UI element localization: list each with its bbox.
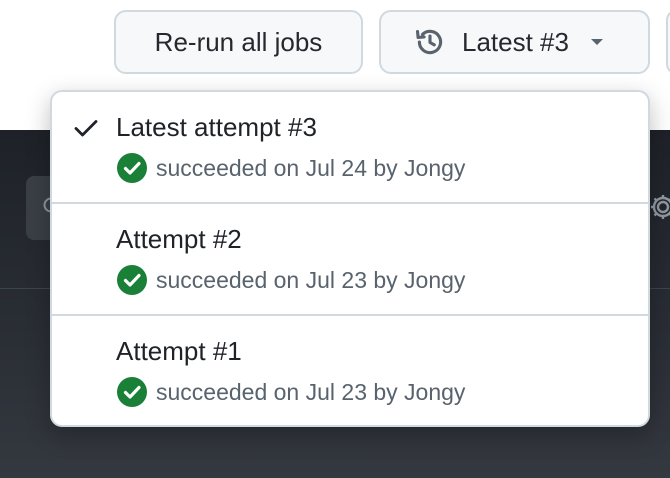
attempt-title: Attempt #2 [116, 224, 242, 254]
menu-item-attempt-1[interactable]: Attempt #1 succeeded on Jul 23 by Jongy [52, 316, 648, 425]
check-circle-fill-icon [117, 377, 147, 407]
rerun-all-jobs-button[interactable]: Re-run all jobs [114, 10, 363, 74]
gear-icon[interactable] [648, 192, 670, 222]
attempt-status-text: succeeded on Jul 23 by Jongy [156, 266, 466, 293]
attempt-selector-button[interactable]: Latest #3 [379, 10, 650, 74]
attempt-title: Attempt #1 [116, 336, 242, 366]
check-icon [74, 120, 98, 137]
more-options-button[interactable] [666, 10, 670, 74]
attempt-status: succeeded on Jul 23 by Jongy [116, 376, 465, 408]
attempt-status: succeeded on Jul 23 by Jongy [116, 264, 465, 296]
attempt-status-text: succeeded on Jul 24 by Jongy [156, 154, 466, 181]
attempts-dropdown-menu: Latest attempt #3 succeeded on Jul 24 by… [50, 90, 650, 427]
attempt-title: Latest attempt #3 [116, 112, 317, 142]
attempt-selector-label: Latest #3 [462, 26, 569, 57]
check-circle-fill-icon [117, 153, 147, 183]
check-circle-fill-icon [117, 265, 147, 295]
history-icon [415, 29, 443, 55]
menu-item-attempt-2[interactable]: Attempt #2 succeeded on Jul 23 by Jongy [52, 204, 648, 316]
rerun-all-jobs-label: Re-run all jobs [154, 26, 323, 57]
menu-item-attempt-3[interactable]: Latest attempt #3 succeeded on Jul 24 by… [52, 92, 648, 204]
caret-down-icon [590, 39, 603, 45]
attempt-status-text: succeeded on Jul 23 by Jongy [156, 378, 466, 405]
attempt-status: succeeded on Jul 24 by Jongy [116, 152, 465, 184]
